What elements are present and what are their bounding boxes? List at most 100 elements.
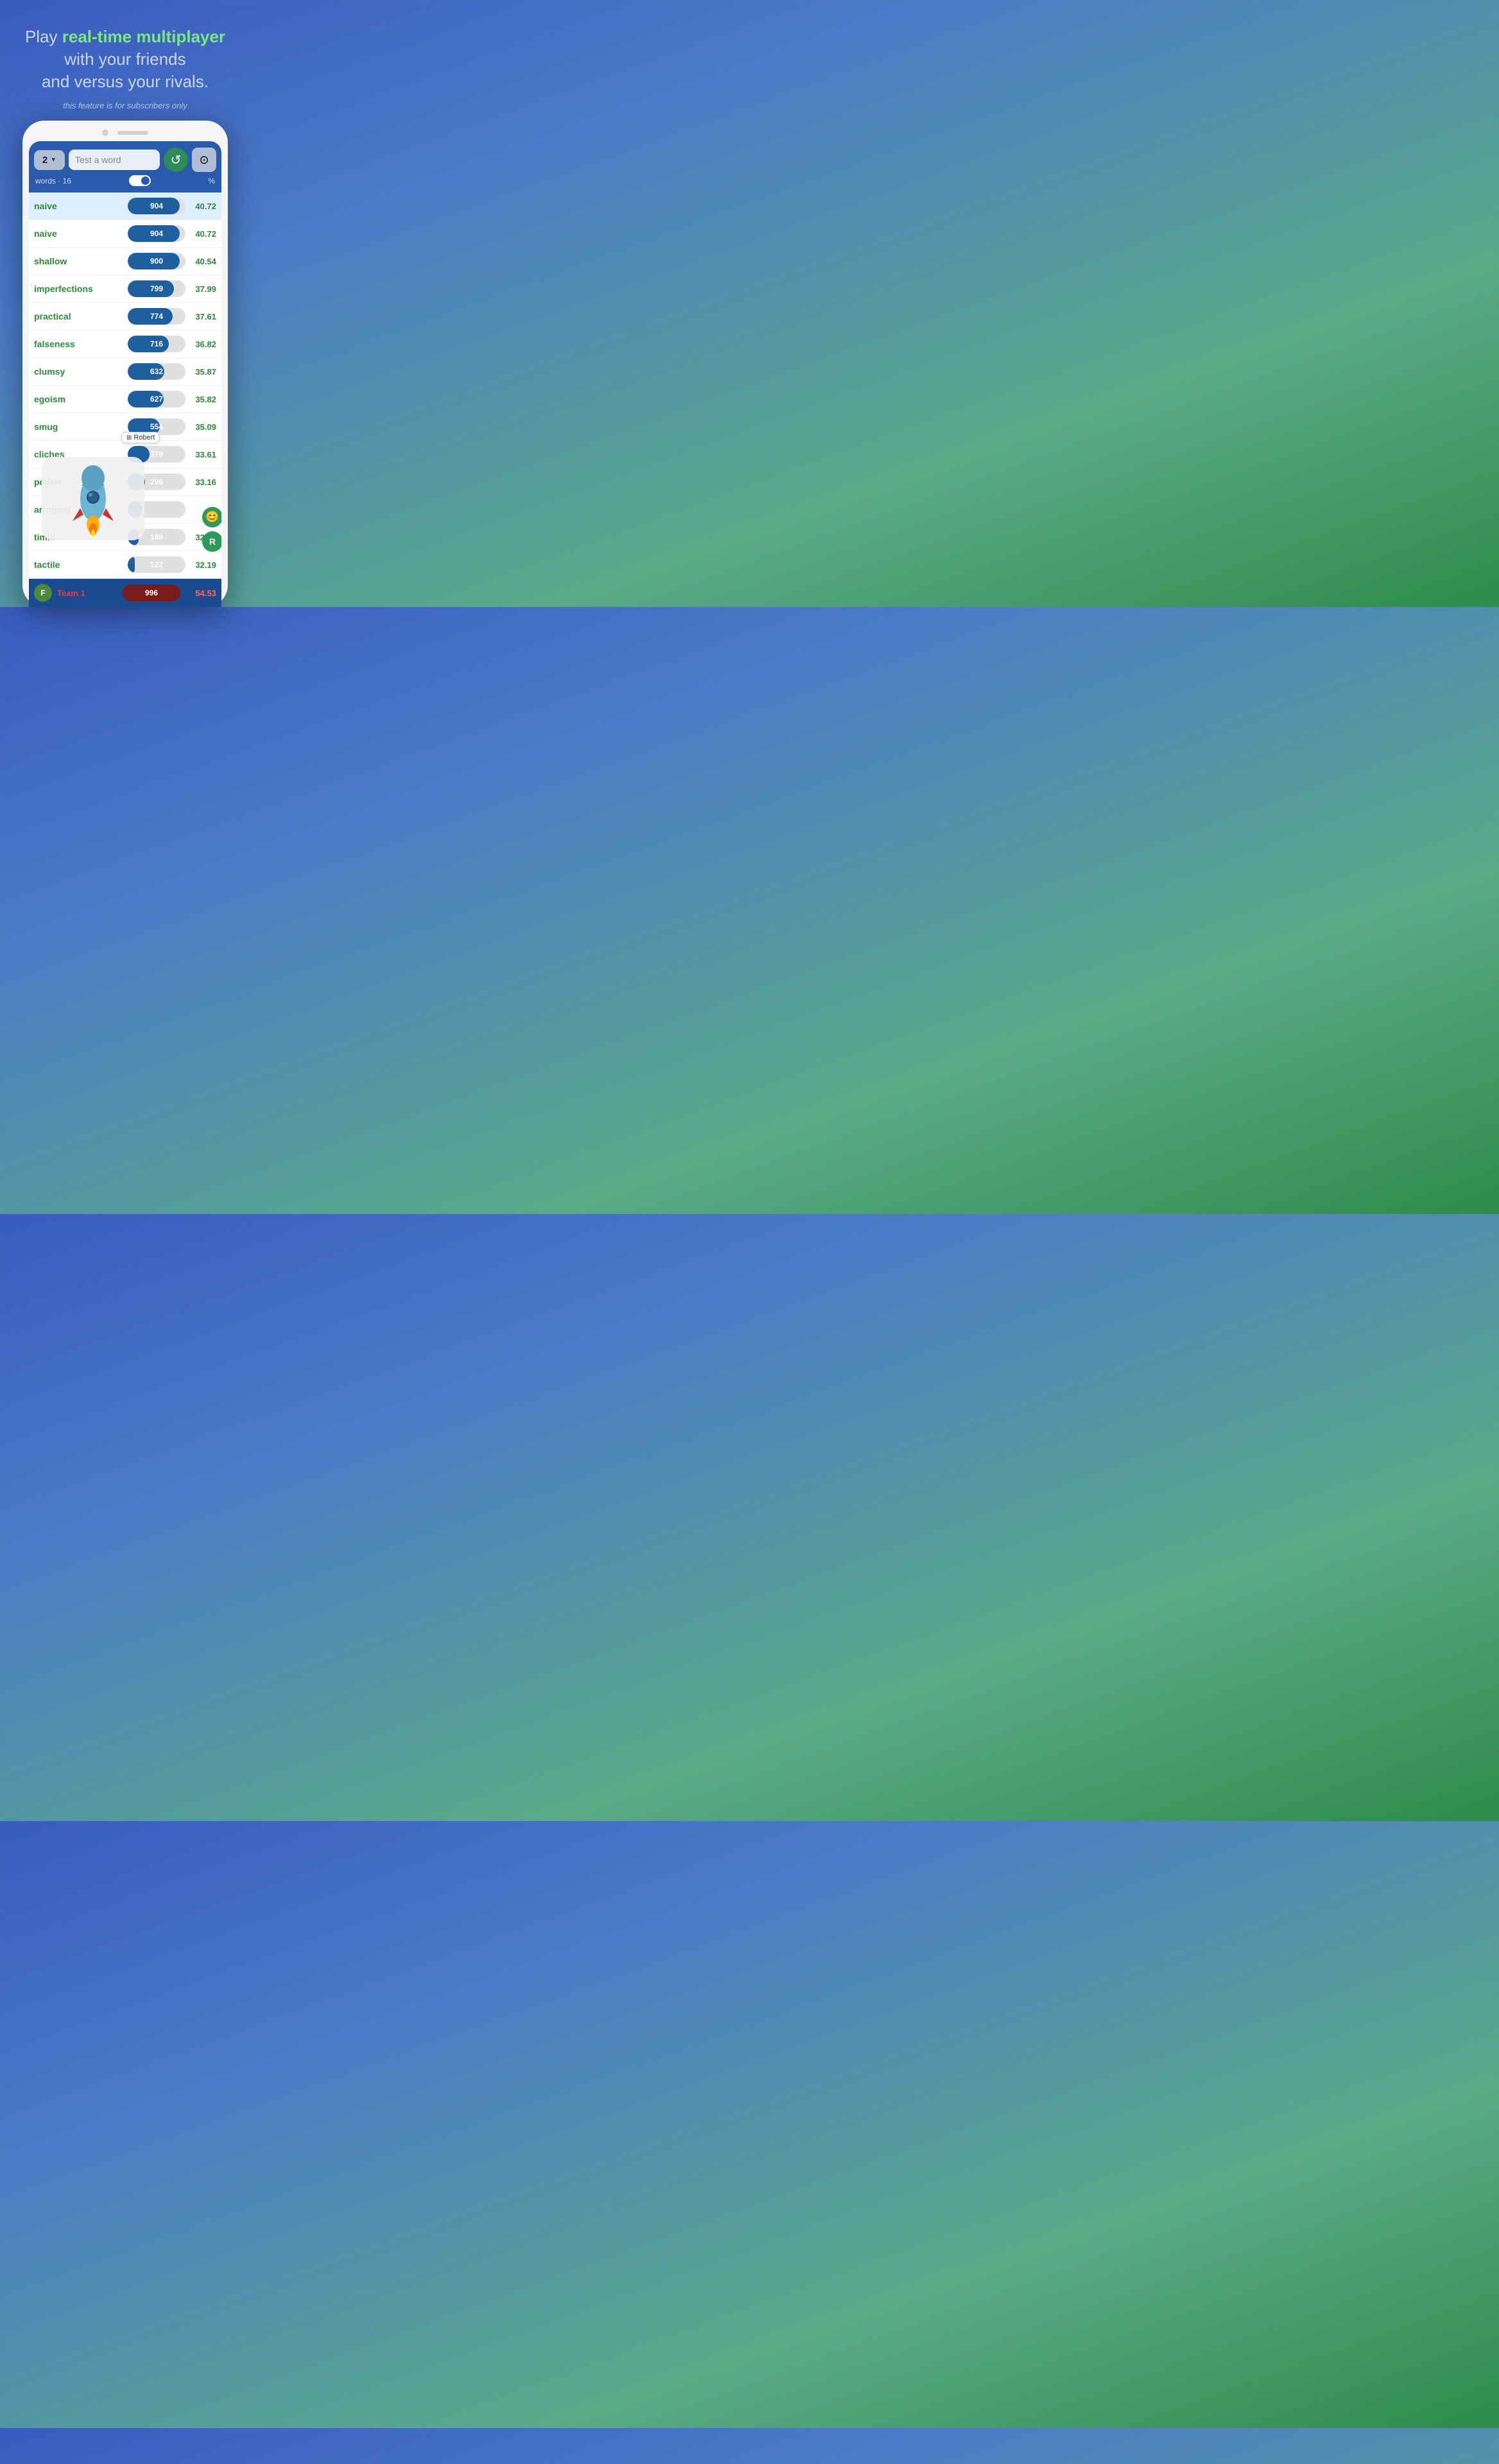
bar-value: 379 [150, 450, 163, 459]
pct-value: 40.72 [185, 201, 216, 211]
table-row: tactile 122 32.19 [29, 551, 221, 579]
team-name: Team 1 [57, 588, 117, 598]
word-label: falseness [34, 339, 128, 349]
bar-container: 900 [128, 253, 185, 270]
word-label: naive [34, 228, 128, 239]
app-header: 2 ▼ Test a word ↺ ⊙ words · 16 [29, 141, 221, 193]
pct-value: 40.72 [185, 229, 216, 239]
word-label: shallow [34, 256, 128, 266]
bar-container: 799 [128, 280, 185, 297]
refresh-button[interactable]: ↺ [164, 148, 188, 172]
bar-container: 627 [128, 391, 185, 407]
pct-value: 40.54 [185, 257, 216, 266]
search-box[interactable]: Test a word [69, 150, 160, 170]
app-content: 2 ▼ Test a word ↺ ⊙ words · 16 [29, 141, 221, 607]
bar-value: 799 [150, 284, 163, 293]
table-row: clumsy 632 35.87 [29, 358, 221, 386]
pct-value: 37.61 [185, 312, 216, 321]
pct-value: 35.87 [185, 367, 216, 377]
word-label: arrogant [34, 504, 128, 515]
search-placeholder: Test a word [75, 155, 121, 165]
phone-frame: 2 ▼ Test a word ↺ ⊙ words · 16 [22, 121, 228, 607]
tooltip-name: Robert [133, 434, 155, 441]
table-row: practical 774 37.61 [29, 303, 221, 330]
bar-value: 904 [150, 201, 163, 210]
phone-top-bar [29, 130, 221, 136]
phone-speaker [117, 131, 148, 135]
bar-container [128, 501, 185, 518]
r-avatar: R [202, 531, 221, 552]
toggle-switch[interactable] [129, 175, 151, 186]
bar-container: 716 [128, 336, 185, 352]
phone-camera [102, 130, 108, 136]
pct-value: 33.16 [185, 477, 216, 487]
dropdown-arrow-icon: ▼ [50, 157, 56, 164]
word-list: naive 904 40.72 naive 904 40.72 shallow [29, 193, 221, 579]
pct-value: 35.09 [185, 422, 216, 432]
bar-container: 189 [128, 529, 185, 545]
table-row: imperfections 799 37.99 [29, 275, 221, 303]
table-row: falseness 716 36.82 [29, 330, 221, 358]
bar-container: 904 [128, 198, 185, 214]
bar-value: 554 [150, 422, 163, 431]
bar-container: 379 [128, 446, 185, 463]
settings-button[interactable]: ⊙ [192, 148, 216, 172]
pct-value: 33.61 [185, 450, 216, 459]
word-label: naive [34, 201, 128, 211]
num-selector[interactable]: 2 ▼ [34, 150, 65, 170]
word-label: imperfections [34, 284, 128, 294]
bar-value: 900 [150, 257, 163, 266]
word-label: cliches [34, 449, 128, 459]
bar-value: 122 [150, 560, 163, 569]
word-label: pettier [34, 477, 128, 487]
header-subtitle: this feature is for subscribers only [25, 101, 225, 110]
table-row: naive 904 40.72 [29, 220, 221, 248]
bar-value: 296 [150, 477, 163, 486]
num-value: 2 [42, 155, 47, 166]
table-row: cliches ⊞ Robert 379 33.61 [29, 441, 221, 468]
bar-container: 632 [128, 363, 185, 380]
word-count-label: words · 16 [35, 176, 71, 185]
table-row: timid 189 32.54 [29, 524, 221, 551]
word-label: clumsy [34, 366, 128, 377]
table-row: egoism 627 35.82 [29, 386, 221, 413]
bar-container: 904 [128, 225, 185, 242]
bar-value: 904 [150, 229, 163, 238]
user-icon: ⊞ [126, 434, 132, 441]
bar-value: 716 [150, 339, 163, 348]
header-section: Play real-time multiplayer with your fri… [10, 13, 241, 121]
team-bar-pill: 996 [123, 585, 180, 601]
settings-icon: ⊙ [199, 153, 209, 167]
table-row: pettier 296 33.16 [29, 468, 221, 496]
team-avatar-label: F [40, 588, 45, 597]
pct-value: 32.19 [185, 560, 216, 570]
pct-value: 36.82 [185, 339, 216, 349]
team-bar: F Team 1 996 54.53 [29, 579, 221, 607]
emoji-icon: 😊 [205, 511, 219, 524]
refresh-icon: ↺ [171, 152, 182, 168]
emoji-avatar: 😊 [202, 507, 221, 527]
bar-container: 122 [128, 556, 185, 573]
bar-value: 189 [150, 533, 163, 542]
word-label: egoism [34, 394, 128, 404]
word-label: smug [34, 422, 128, 432]
r-avatar-label: R [209, 536, 216, 547]
word-label: timid [34, 532, 128, 542]
bar-value: 632 [150, 367, 163, 376]
team-pct: 54.53 [185, 588, 216, 598]
table-row: arrogant [29, 496, 221, 524]
robert-tooltip: ⊞ Robert [121, 432, 160, 443]
bar-container: 774 [128, 308, 185, 325]
bar-wrapper: ⊞ Robert 379 [128, 446, 185, 463]
header-bold: real-time multiplayer [62, 27, 225, 46]
header-title: Play real-time multiplayer with your fri… [25, 26, 225, 93]
table-meta: words · 16 % [34, 172, 216, 187]
table-row: shallow 900 40.54 [29, 248, 221, 275]
word-label: practical [34, 311, 128, 321]
team-bar-value: 996 [145, 588, 158, 597]
pct-value: 37.99 [185, 284, 216, 294]
pct-label: % [208, 176, 215, 185]
table-row: naive 904 40.72 [29, 193, 221, 220]
app-toolbar: 2 ▼ Test a word ↺ ⊙ [34, 148, 216, 172]
team-avatar: F [34, 584, 52, 602]
